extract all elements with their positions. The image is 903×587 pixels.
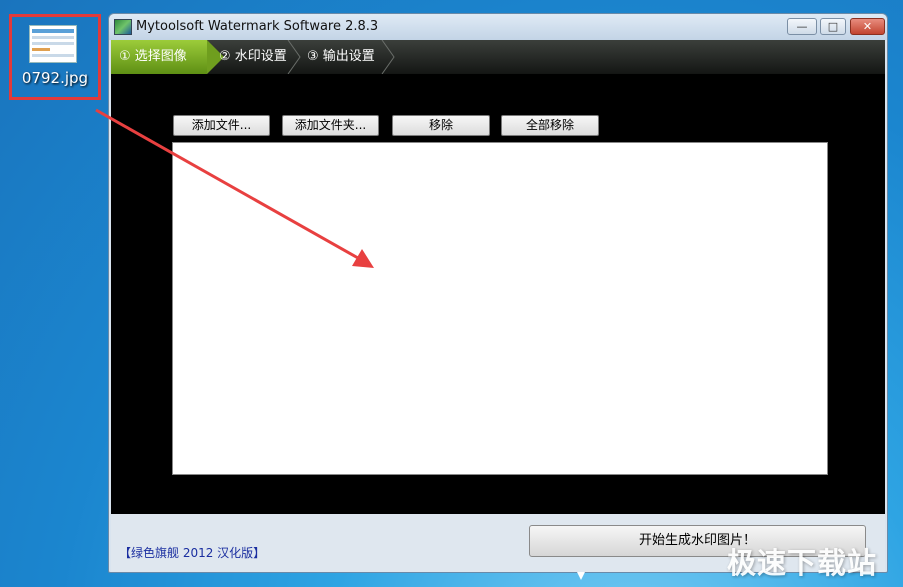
cursor-icon	[577, 572, 585, 580]
site-watermark: 极速下载站	[727, 546, 878, 580]
annotation-arrow	[95, 108, 374, 268]
